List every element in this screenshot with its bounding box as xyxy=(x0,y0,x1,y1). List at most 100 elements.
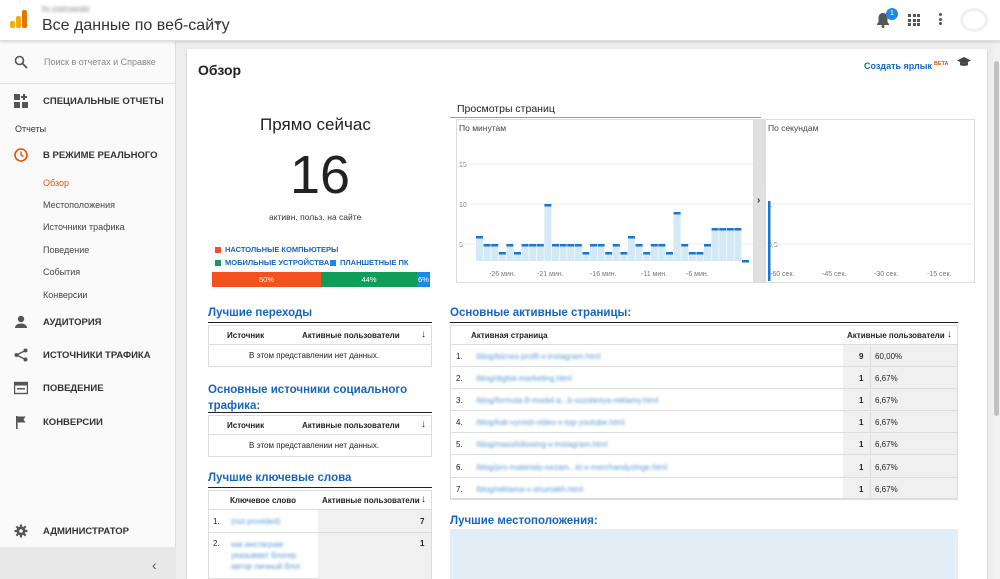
cell-divider xyxy=(870,434,871,455)
acquisition-icon xyxy=(14,348,28,362)
cell-divider xyxy=(870,346,871,366)
row-divider xyxy=(208,434,432,435)
dashboard-icon xyxy=(14,94,28,108)
sidebar-item-admin[interactable]: Администратор xyxy=(0,521,176,543)
minute-bar-top xyxy=(666,252,673,255)
minute-bar-top xyxy=(704,244,711,247)
col-active-users[interactable]: Активные пользователи xyxy=(847,331,945,340)
minute-bar-top xyxy=(612,244,620,247)
keyword-link[interactable]: как инстаграм указывает блогер автор лич… xyxy=(231,539,311,572)
minute-bar xyxy=(506,245,514,261)
sort-arrow-icon[interactable]: ↓ xyxy=(947,329,952,340)
sort-arrow-icon[interactable]: ↓ xyxy=(421,329,426,340)
active-users-percent: 6,67% xyxy=(875,484,898,494)
minute-bar-top xyxy=(643,252,651,255)
row-index: 2. xyxy=(456,374,463,384)
minute-bar xyxy=(612,245,620,261)
cell-divider xyxy=(870,412,871,433)
row-divider xyxy=(450,432,958,434)
analytics-logo-icon[interactable] xyxy=(10,10,28,28)
avatar[interactable] xyxy=(961,9,987,31)
notification-badge: 1 xyxy=(886,8,898,20)
sidebar-item-realtime[interactable]: В режиме реального xyxy=(0,145,176,167)
page-link[interactable]: /blog/reklama-v-shumakh.html xyxy=(476,485,583,494)
minute-bar-top xyxy=(742,260,749,263)
mobile-share-bar: 44% xyxy=(321,272,417,287)
sort-arrow-icon[interactable]: ↓ xyxy=(421,494,426,505)
cell-divider xyxy=(870,478,871,499)
chevron-down-icon[interactable] xyxy=(214,21,222,26)
minute-bar-top xyxy=(726,228,734,231)
gear-icon xyxy=(14,524,28,538)
sort-arrow-icon[interactable]: ↓ xyxy=(421,419,426,430)
apps-grid-icon[interactable] xyxy=(908,14,920,26)
section-underline xyxy=(208,412,432,413)
sidebar-item-locations[interactable]: Местоположения xyxy=(43,200,115,210)
main-content: Обзор Создать ярлык BETA Прямо сейчас 16 … xyxy=(187,49,987,579)
sidebar-item-conversions-rt[interactable]: Конверсии xyxy=(43,290,87,300)
collapse-sidebar-button[interactable]: ‹ xyxy=(0,547,176,579)
legend-tablet: Планшетные ПК xyxy=(330,258,408,267)
page-link[interactable]: /blog/biznes-profil-v-instagram.html xyxy=(476,352,601,361)
sidebar: Поиск в отчетах и Справке Специальные от… xyxy=(0,41,176,579)
section-underline xyxy=(208,322,432,323)
active-pages-title: Основные активные страницы: xyxy=(450,307,632,319)
sidebar-item-conversions[interactable]: Конверсии xyxy=(0,412,176,434)
active-users-value: 1 xyxy=(859,440,864,450)
col-active-users[interactable]: Активные пользователи xyxy=(302,331,400,340)
x-tick: -15 сек. xyxy=(927,271,952,278)
cell-divider xyxy=(870,368,871,389)
page-link[interactable]: /blog/kak-vyresti-video-v-top-youtube.ht… xyxy=(476,418,625,427)
minute-bar xyxy=(483,245,491,261)
account-name[interactable]: hr.ostrowski xyxy=(42,4,90,14)
minute-bar-top xyxy=(688,252,696,255)
minute-bar-top xyxy=(483,244,491,247)
sidebar-item-custom-reports[interactable]: Специальные отчеты xyxy=(0,91,176,113)
sidebar-item-traffic-sources[interactable]: Источники трафика xyxy=(43,222,125,232)
locations-map[interactable] xyxy=(450,529,958,579)
social-title: Основные источники социального трафика: xyxy=(208,384,408,412)
minute-bar xyxy=(574,245,582,261)
graduation-cap-icon[interactable] xyxy=(957,57,971,67)
minute-bar xyxy=(597,245,605,261)
property-selector[interactable]: Все данные по веб-сайту xyxy=(42,17,230,35)
active-users-percent: 60,00% xyxy=(875,352,903,361)
col-active-users[interactable]: Активные пользователи xyxy=(302,421,400,430)
scrollbar[interactable] xyxy=(993,41,1000,579)
row-index: 7. xyxy=(456,484,463,494)
sidebar-item-overview[interactable]: Обзор xyxy=(43,178,69,188)
sidebar-item-events[interactable]: События xyxy=(43,267,80,277)
desktop-share-bar: 50% xyxy=(212,272,321,287)
top-bar: hr.ostrowski Все данные по веб-сайту 1 xyxy=(0,0,1000,41)
page-link[interactable]: /blog/digital-marketing.html xyxy=(476,374,572,383)
minute-bar xyxy=(628,237,635,261)
row-divider xyxy=(450,410,958,412)
active-users-percent: 6,67% xyxy=(875,374,898,384)
minute-bar-top xyxy=(590,244,597,247)
col-active-users[interactable]: Активные пользователи xyxy=(322,496,420,505)
keyword-link[interactable]: (not provided) xyxy=(231,517,280,526)
sidebar-item-behavior[interactable]: Поведение xyxy=(0,378,176,400)
minute-bar xyxy=(536,245,544,261)
sidebar-search[interactable]: Поиск в отчетах и Справке xyxy=(0,41,176,84)
x-tick: -11 мин. xyxy=(641,271,668,278)
minute-bar xyxy=(734,229,742,261)
page-link[interactable]: /blog/formula-8-model-a...b-sozdaniya-re… xyxy=(476,396,658,405)
create-shortcut-link[interactable]: Создать ярлык BETA xyxy=(864,61,949,71)
title-underline xyxy=(450,117,761,118)
sidebar-item-audience[interactable]: Аудитория xyxy=(0,312,176,334)
page-link[interactable]: /blog/massfollowing-v-instagram.html xyxy=(476,440,608,449)
minute-bar xyxy=(476,237,483,261)
minute-bar xyxy=(559,245,567,261)
sidebar-item-behavior-rt[interactable]: Поведение xyxy=(43,245,89,255)
sidebar-item-acquisition[interactable]: Источники трафика xyxy=(0,345,176,367)
active-users-count: 16 xyxy=(290,145,351,205)
page-link[interactable]: /blog/pro-materialy-nezam...kt-v-merchan… xyxy=(476,463,667,472)
chevron-right-icon[interactable]: › xyxy=(757,195,760,206)
active-users-percent: 6,67% xyxy=(875,418,898,428)
search-input[interactable]: Поиск в отчетах и Справке xyxy=(44,57,156,67)
more-vert-icon[interactable] xyxy=(939,13,943,27)
active-users-percent: 6,67% xyxy=(875,440,898,450)
minute-bar-top xyxy=(552,244,559,247)
active-users-percent: 6,67% xyxy=(875,396,898,406)
